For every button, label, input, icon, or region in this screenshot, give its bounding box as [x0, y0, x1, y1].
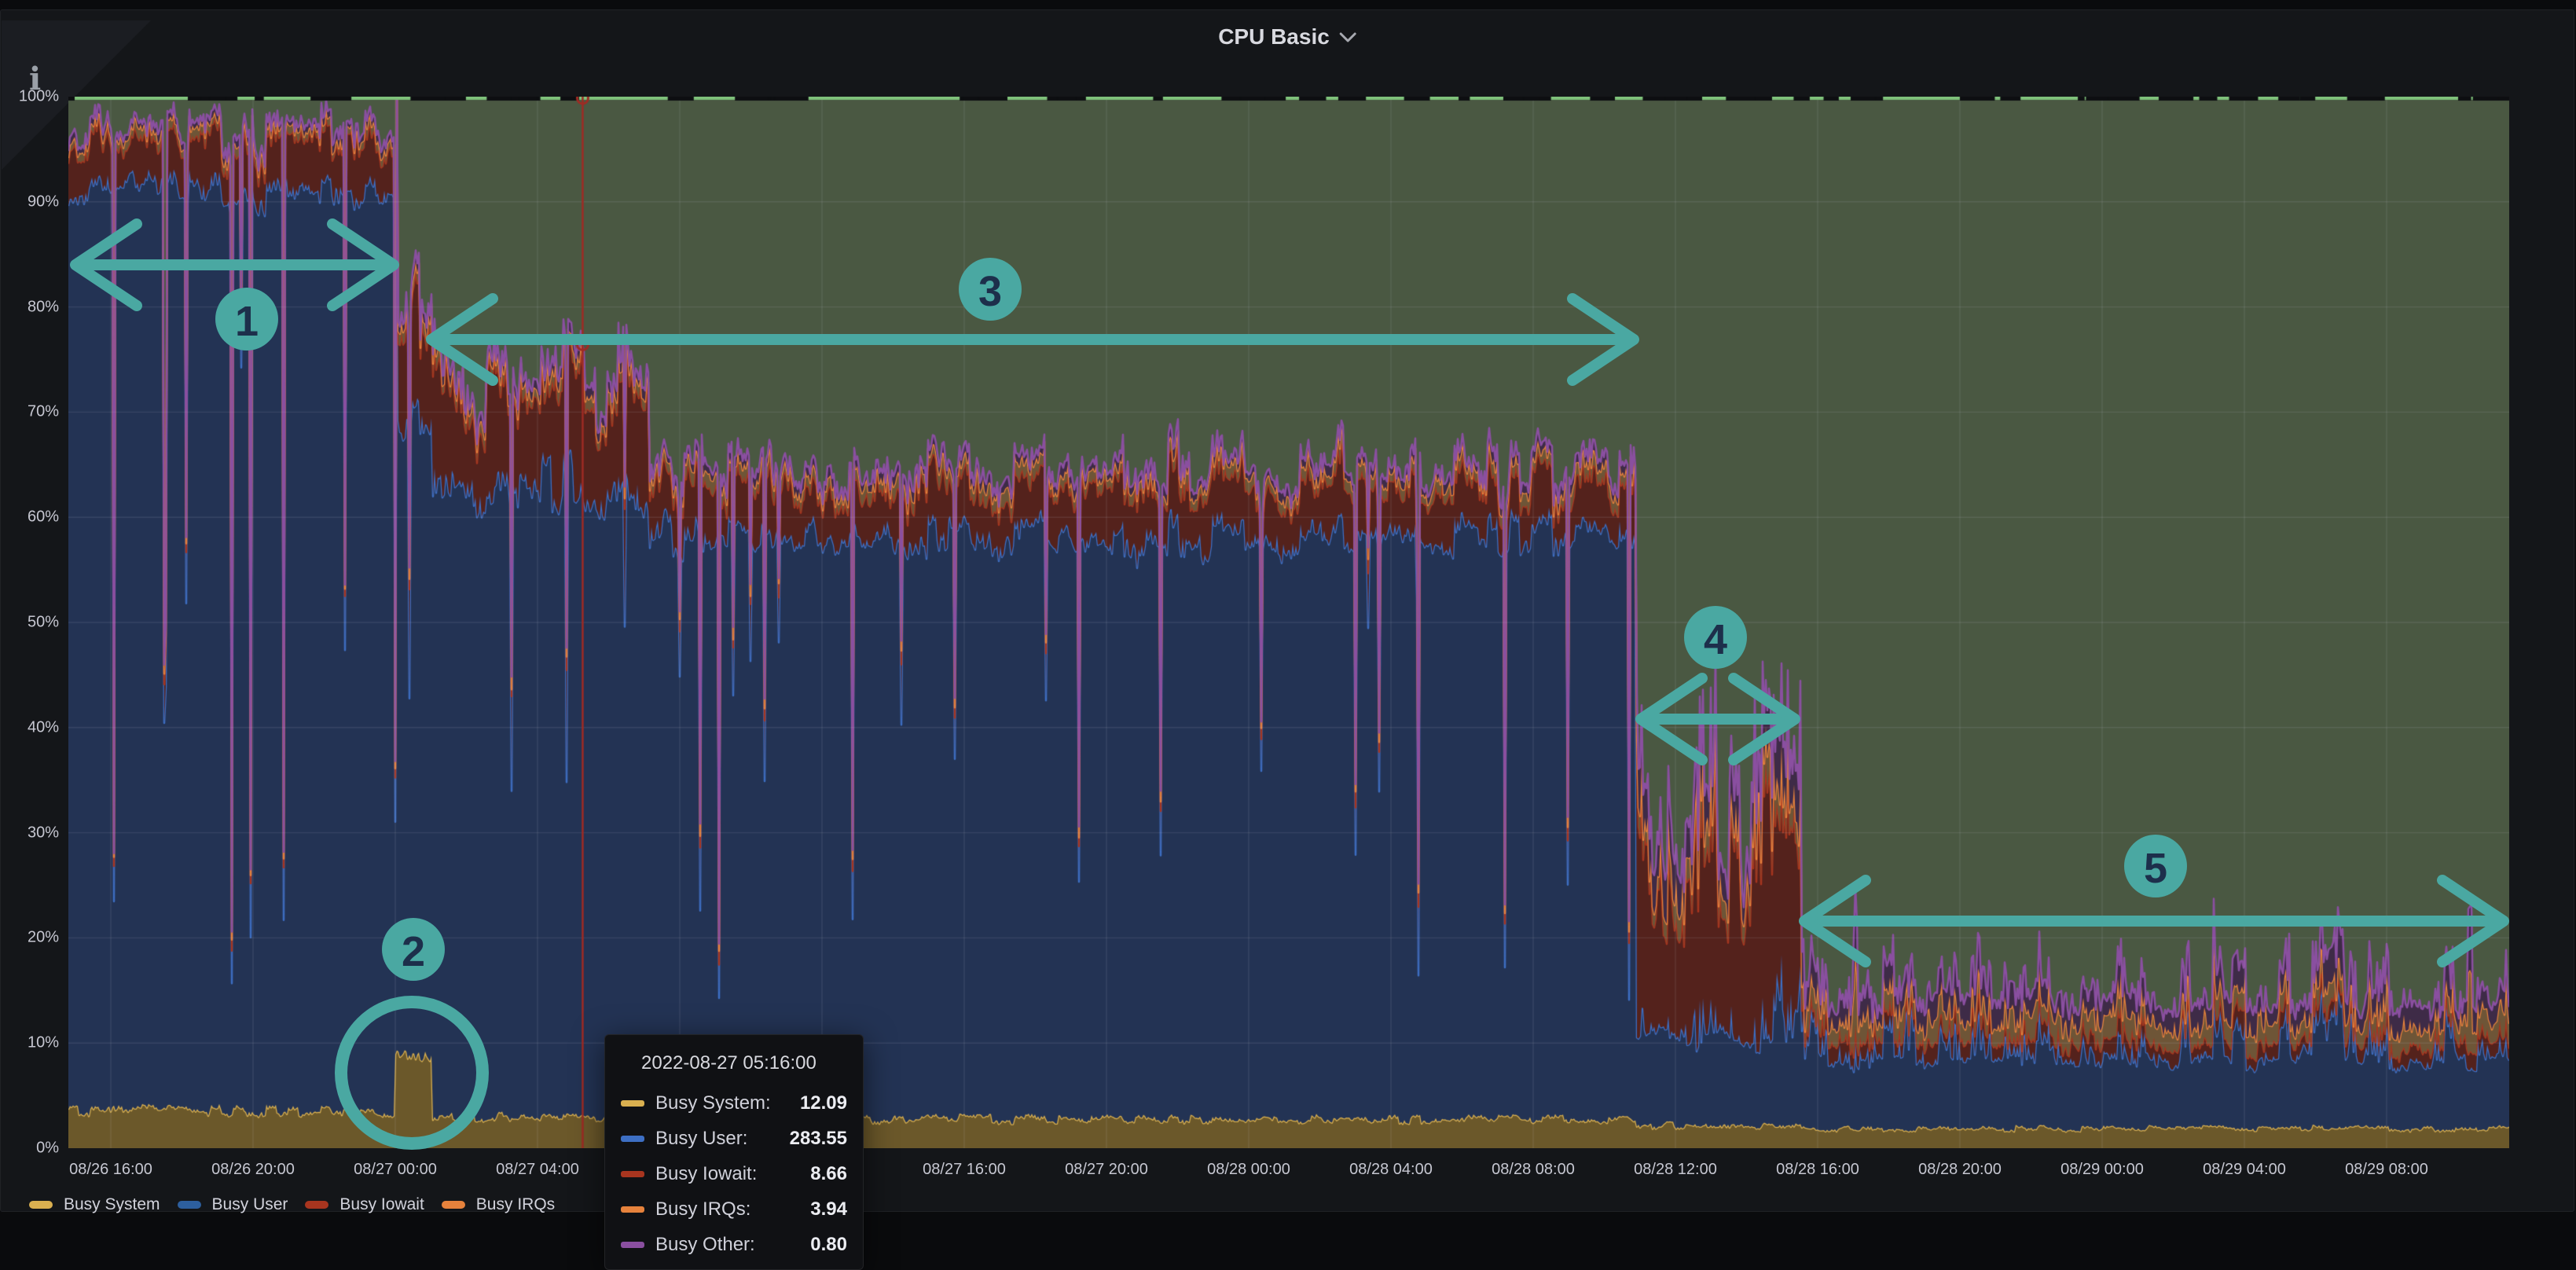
- tooltip-row: Busy Other: 0.80: [621, 1227, 847, 1262]
- cpu-usage-chart[interactable]: [68, 97, 2509, 1148]
- tooltip-series-label: Busy Other:: [655, 1234, 755, 1256]
- tooltip-row: Busy System: 12.09: [621, 1085, 847, 1121]
- x-tick-label: 08/29 08:00: [2345, 1161, 2428, 1179]
- y-tick-label: 70%: [1, 403, 59, 421]
- x-tick-label: 08/28 00:00: [1207, 1161, 1290, 1179]
- series-color-dash: [621, 1100, 644, 1107]
- tooltip-row: Busy Iowait: 8.66: [621, 1156, 847, 1191]
- x-tick-label: 08/28 04:00: [1349, 1161, 1433, 1179]
- x-tick-label: 08/27 20:00: [1065, 1161, 1148, 1179]
- series-color-dash: [621, 1171, 644, 1177]
- x-tick-label: 08/26 20:00: [211, 1161, 295, 1179]
- series-color-dash: [621, 1242, 644, 1248]
- legend-swatch: [305, 1201, 328, 1209]
- y-tick-label: 10%: [1, 1034, 59, 1052]
- series-color-dash: [621, 1206, 644, 1213]
- x-tick-label: 08/28 16:00: [1776, 1161, 1859, 1179]
- legend-label: Busy IRQs: [476, 1195, 555, 1214]
- tooltip-series-label: Busy Iowait:: [655, 1163, 757, 1185]
- legend-item-busy-irqs[interactable]: Busy IRQs: [442, 1195, 555, 1214]
- legend-item-busy-iowait[interactable]: Busy Iowait: [305, 1195, 424, 1214]
- x-tick-label: 08/29 00:00: [2060, 1161, 2144, 1179]
- tooltip-series-value: 3.94: [810, 1198, 847, 1220]
- tooltip-series-label: Busy IRQs:: [655, 1198, 750, 1220]
- tooltip-series-value: 8.66: [810, 1163, 847, 1185]
- tooltip-row: Busy User: 283.55: [621, 1121, 847, 1156]
- x-tick-label: 08/27 16:00: [923, 1161, 1006, 1179]
- legend-label: Busy System: [64, 1195, 160, 1214]
- y-tick-label: 60%: [1, 508, 59, 527]
- x-tick-label: 08/27 00:00: [354, 1161, 437, 1179]
- legend-item-busy-system[interactable]: Busy System: [29, 1195, 160, 1214]
- tooltip-row: Busy IRQs: 3.94: [621, 1191, 847, 1227]
- y-tick-label: 20%: [1, 929, 59, 947]
- legend-label: Busy Iowait: [339, 1195, 424, 1214]
- cpu-basic-panel: i CPU Basic 0%10%20%30%40%50%60%70%80%90…: [0, 9, 2574, 1212]
- grafana-dashboard: { "header": { "title": "CPU Basic" }, "i…: [0, 0, 2576, 1212]
- y-tick-label: 30%: [1, 824, 59, 842]
- tooltip-timestamp: 2022-08-27 05:16:00: [641, 1052, 847, 1074]
- x-tick-label: 08/27 04:00: [496, 1161, 579, 1179]
- y-tick-label: 50%: [1, 614, 59, 632]
- legend-swatch: [29, 1201, 53, 1209]
- panel-title-text: CPU Basic: [1218, 24, 1330, 50]
- x-tick-label: 08/29 04:00: [2203, 1161, 2286, 1179]
- tooltip-series-label: Busy User:: [655, 1128, 747, 1150]
- y-tick-label: 90%: [1, 193, 59, 211]
- y-tick-label: 40%: [1, 718, 59, 736]
- x-tick-label: 08/28 12:00: [1634, 1161, 1717, 1179]
- legend-swatch: [442, 1201, 465, 1209]
- legend: Busy System Busy User Busy Iowait Busy IRQs: [29, 1195, 555, 1214]
- legend-label: Busy User: [212, 1195, 288, 1214]
- tooltip-series-value: 0.80: [810, 1234, 847, 1256]
- series-color-dash: [621, 1136, 644, 1142]
- tooltip-series-value: 12.09: [800, 1092, 847, 1114]
- tooltip-series-value: 283.55: [790, 1128, 847, 1150]
- x-tick-label: 08/28 20:00: [1918, 1161, 2002, 1179]
- chevron-down-icon: [1339, 32, 1356, 42]
- tooltip-series-label: Busy System:: [655, 1092, 771, 1114]
- x-tick-label: 08/26 16:00: [69, 1161, 152, 1179]
- y-tick-label: 0%: [1, 1140, 59, 1158]
- panel-title[interactable]: CPU Basic: [1218, 24, 1356, 50]
- y-tick-label: 80%: [1, 298, 59, 316]
- legend-swatch: [178, 1201, 201, 1209]
- legend-item-busy-user[interactable]: Busy User: [178, 1195, 288, 1214]
- chart-tooltip: 2022-08-27 05:16:00 Busy System:12.09Bus…: [604, 1034, 864, 1270]
- x-tick-label: 08/28 08:00: [1492, 1161, 1575, 1179]
- y-tick-label: 100%: [1, 88, 59, 106]
